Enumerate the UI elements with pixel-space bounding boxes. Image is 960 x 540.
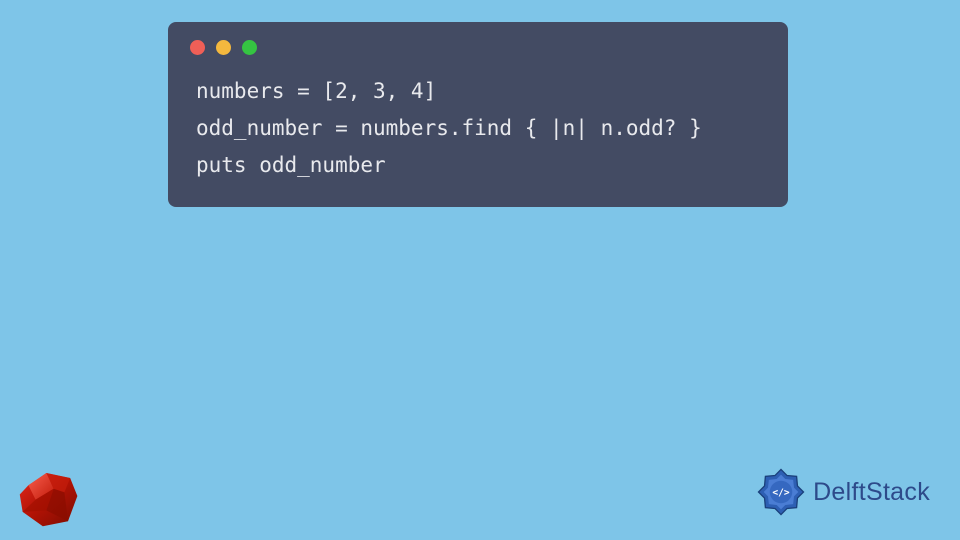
svg-text:</>: </> (772, 487, 789, 498)
maximize-icon (242, 40, 257, 55)
delftstack-brand: </> DelftStack (755, 466, 930, 518)
code-line: numbers = [2, 3, 4] (196, 73, 760, 110)
delftstack-logo-icon: </> (755, 466, 807, 518)
minimize-icon (216, 40, 231, 55)
code-line: puts odd_number (196, 147, 760, 184)
code-window: numbers = [2, 3, 4]odd_number = numbers.… (168, 22, 788, 207)
brand-name: DelftStack (813, 478, 930, 507)
traffic-lights (168, 22, 788, 65)
code-block: numbers = [2, 3, 4]odd_number = numbers.… (168, 65, 788, 183)
code-line: odd_number = numbers.find { |n| n.odd? } (196, 110, 760, 147)
close-icon (190, 40, 205, 55)
ruby-logo-icon (14, 460, 86, 532)
